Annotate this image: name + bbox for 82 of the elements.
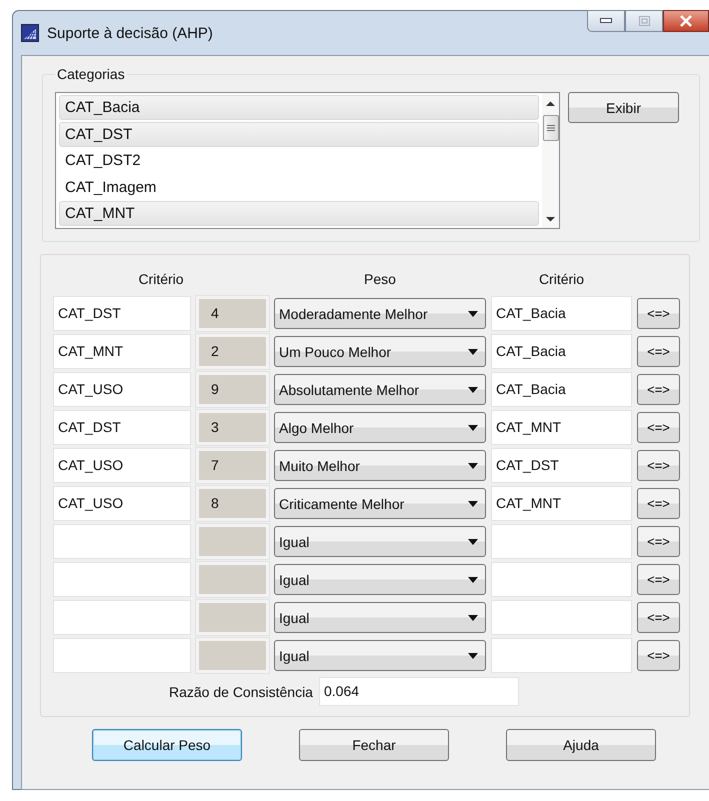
- swap-button[interactable]: <=>: [637, 450, 680, 481]
- swap-button[interactable]: <=>: [637, 298, 680, 329]
- criterion-field[interactable]: CAT_USO: [53, 448, 191, 483]
- show-button[interactable]: Exibir: [568, 92, 679, 123]
- list-item[interactable]: CAT_DST2: [59, 148, 539, 173]
- consistency-label: Razão de Consistência: [169, 684, 313, 700]
- minimize-button[interactable]: [587, 10, 625, 32]
- criterion-field[interactable]: CAT_MNT: [53, 334, 191, 369]
- weight-dropdown[interactable]: Igual: [274, 564, 486, 595]
- criterion-field[interactable]: [53, 638, 191, 673]
- weight-dropdown[interactable]: Igual: [274, 602, 486, 633]
- list-item[interactable]: CAT_DST: [59, 122, 539, 146]
- swap-button[interactable]: <=>: [637, 374, 680, 405]
- weight-dropdown[interactable]: Igual: [274, 526, 486, 557]
- weight-dropdown[interactable]: Moderadamente Melhor: [274, 298, 486, 329]
- swap-button[interactable]: <=>: [637, 488, 680, 519]
- dropdown-arrow-icon: [468, 538, 478, 544]
- window-title: Suporte à decisão (AHP): [47, 24, 213, 42]
- list-item[interactable]: CAT_MNT: [59, 201, 539, 226]
- column-header: Critério: [138, 271, 184, 287]
- weight-field: 3: [196, 410, 269, 445]
- grid-icon: [21, 24, 39, 42]
- close-button[interactable]: [663, 10, 709, 32]
- criterion-field[interactable]: CAT_MNT: [491, 410, 632, 445]
- dropdown-arrow-icon: [468, 386, 478, 392]
- criterion-field[interactable]: [53, 562, 191, 597]
- dropdown-arrow-icon: [468, 576, 478, 582]
- criterion-field[interactable]: CAT_Bacia: [491, 334, 632, 369]
- weight-field: 9: [196, 372, 269, 407]
- swap-button[interactable]: <=>: [637, 412, 680, 443]
- dropdown-arrow-icon: [468, 652, 478, 658]
- scroll-up-icon[interactable]: [546, 101, 555, 107]
- criterion-field[interactable]: CAT_USO: [53, 372, 191, 407]
- dialog-button[interactable]: Calcular Peso: [92, 729, 242, 761]
- weight-dropdown[interactable]: Igual: [274, 640, 486, 671]
- consistency-field[interactable]: 0.064: [318, 677, 519, 706]
- minimize-icon: [600, 18, 612, 24]
- weight-field: 4: [196, 296, 269, 331]
- close-icon: [679, 15, 693, 27]
- swap-button[interactable]: <=>: [637, 564, 680, 595]
- criterion-field[interactable]: [53, 600, 191, 635]
- dropdown-arrow-icon: [468, 462, 478, 468]
- weight-dropdown[interactable]: Criticamente Melhor: [274, 488, 486, 519]
- group-label: Categorias: [56, 66, 126, 82]
- maximize-icon: [638, 16, 650, 26]
- criterion-field[interactable]: [491, 600, 632, 635]
- criterion-field[interactable]: [491, 638, 632, 673]
- criterion-field[interactable]: CAT_DST: [53, 410, 191, 445]
- weight-field: 8: [196, 486, 269, 521]
- weight-dropdown[interactable]: Algo Melhor: [274, 412, 486, 443]
- criterion-field[interactable]: CAT_USO: [53, 486, 191, 521]
- swap-button[interactable]: <=>: [637, 336, 680, 367]
- dialog-button[interactable]: Ajuda: [506, 729, 656, 761]
- dropdown-arrow-icon: [468, 500, 478, 506]
- dropdown-arrow-icon: [468, 310, 478, 316]
- dialog-button[interactable]: Fechar: [299, 729, 449, 761]
- list-item[interactable]: CAT_Bacia: [59, 95, 539, 120]
- weight-dropdown[interactable]: Absolutamente Melhor: [274, 374, 486, 405]
- scrollbar[interactable]: [542, 93, 559, 228]
- scroll-down-icon[interactable]: [546, 216, 555, 222]
- criterion-field[interactable]: [491, 524, 632, 559]
- criterion-field[interactable]: CAT_DST: [53, 296, 191, 331]
- swap-button[interactable]: <=>: [637, 526, 680, 557]
- swap-button[interactable]: <=>: [637, 602, 680, 633]
- column-header: Peso: [363, 271, 397, 287]
- weight-field: 7: [196, 448, 269, 483]
- criterion-field[interactable]: CAT_DST: [491, 448, 632, 483]
- weight-field: 2: [196, 334, 269, 369]
- criterion-field[interactable]: [53, 524, 191, 559]
- dropdown-arrow-icon: [468, 424, 478, 430]
- dropdown-arrow-icon: [468, 614, 478, 620]
- criterion-field[interactable]: CAT_MNT: [491, 486, 632, 521]
- dropdown-arrow-icon: [468, 348, 478, 354]
- grip-icon: [546, 124, 554, 132]
- swap-button[interactable]: <=>: [637, 640, 680, 671]
- criterion-field[interactable]: CAT_Bacia: [491, 372, 632, 407]
- criterion-field[interactable]: CAT_Bacia: [491, 296, 632, 331]
- criterion-field[interactable]: [491, 562, 632, 597]
- list-item[interactable]: CAT_Imagem: [59, 174, 539, 200]
- weight-dropdown[interactable]: Um Pouco Melhor: [274, 336, 486, 367]
- weight-dropdown[interactable]: Muito Melhor: [274, 450, 486, 481]
- column-header: Critério: [538, 271, 586, 287]
